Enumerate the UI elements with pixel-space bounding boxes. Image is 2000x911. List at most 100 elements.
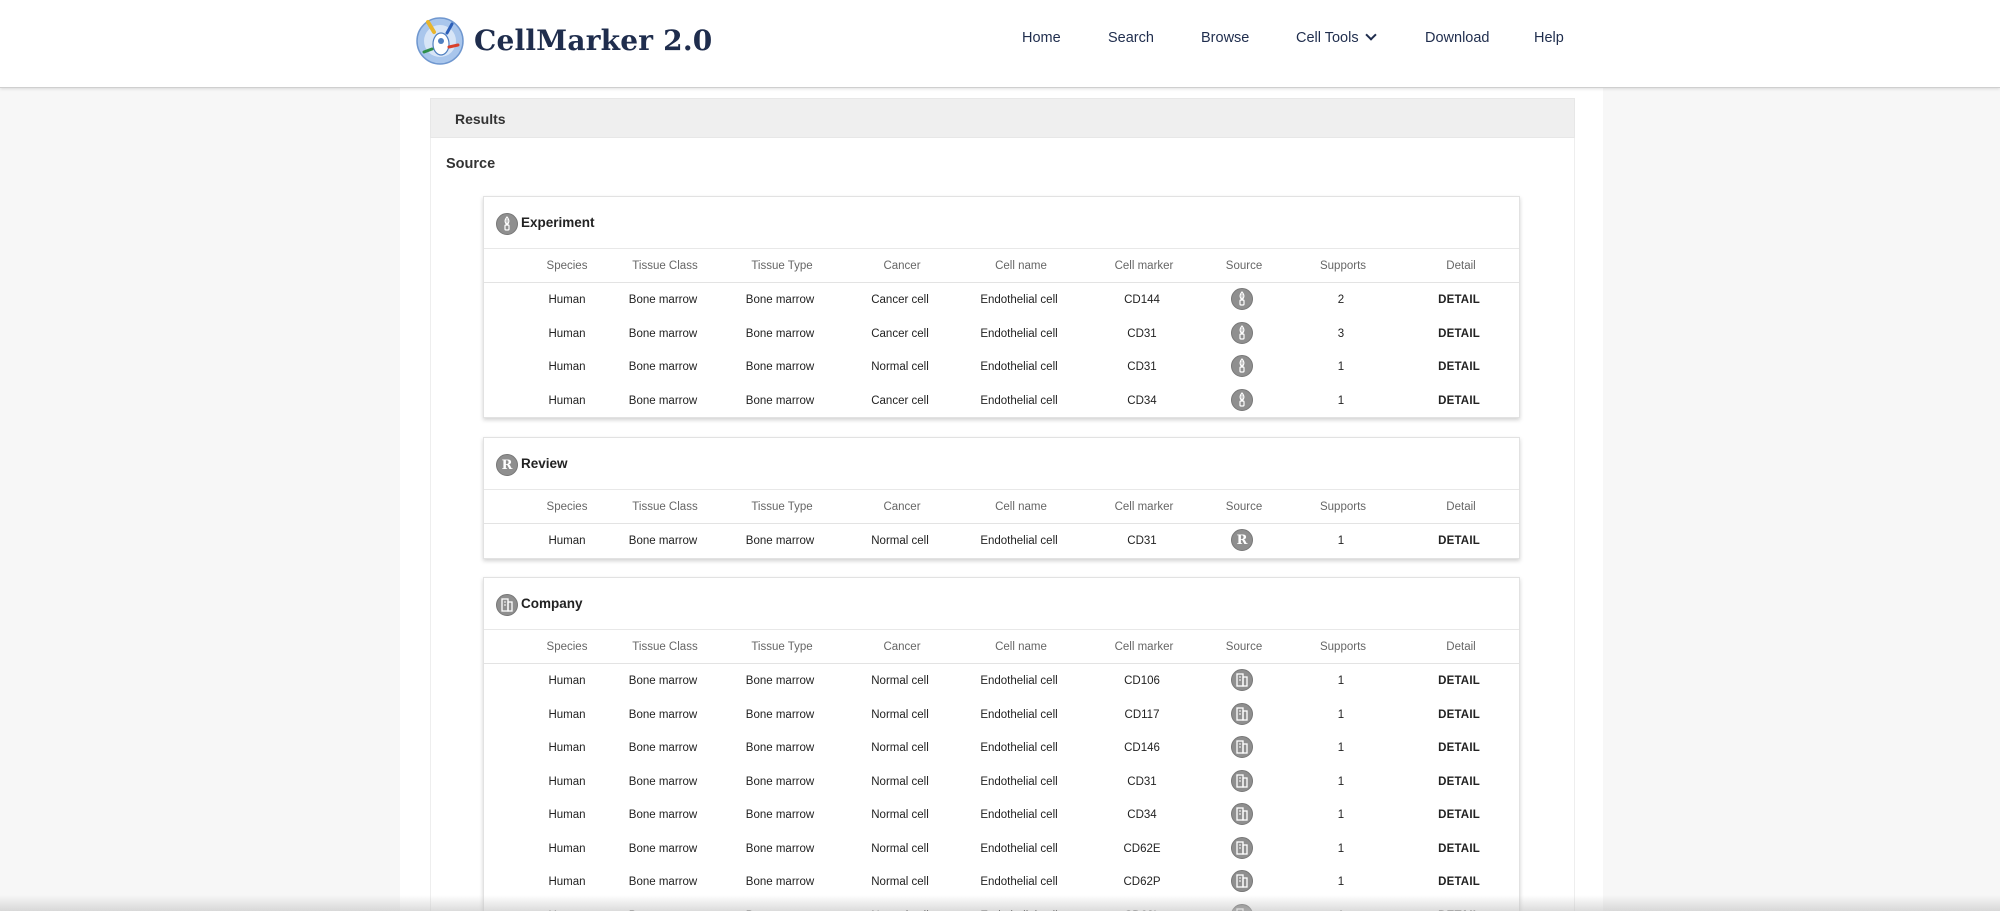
column-header-source[interactable]: Source [1226,501,1262,513]
cell-tissue-class: Bone marrow [628,327,698,340]
source-card-title: Review [521,456,568,471]
cell-species: Human [548,775,586,788]
nav-download[interactable]: Download [1425,30,1490,46]
nav-home[interactable]: Home [1022,30,1061,46]
experiment-icon [1231,321,1253,344]
column-header-tissue-type[interactable]: Tissue Type [751,260,812,272]
cell-tissue-class: Bone marrow [628,876,698,888]
column-header-tissue-type[interactable]: Tissue Type [751,501,812,513]
cell-supports: 3 [1337,327,1345,340]
cell-species: Human [548,294,586,306]
cell-tissue-class: Bone marrow [628,294,698,306]
company-icon [1231,836,1253,859]
column-header-cancer[interactable]: Cancer [883,260,920,272]
cell-tissue-class: Bone marrow [628,809,698,821]
cell-tissue-type: Bone marrow [745,394,815,407]
column-header-cell-marker[interactable]: Cell marker [1115,260,1174,272]
detail-link[interactable]: DETAIL [1438,809,1480,821]
cell-supports: 1 [1337,361,1345,373]
column-header-cell-marker[interactable]: Cell marker [1115,501,1174,513]
cell-source: R [1231,529,1253,551]
table-row: Human Bone marrow Bone marrow Normal cell En… [484,698,1519,732]
column-header-cancer[interactable]: Cancer [883,641,920,653]
column-header-cell-name[interactable]: Cell name [995,641,1047,653]
cell-cell-name: Endothelial cell [980,327,1058,340]
detail-link[interactable]: DETAIL [1438,742,1480,754]
cell-cell-marker: CD31 [1127,535,1157,547]
company-icon [1231,870,1253,892]
table-row: Human Bone marrow Bone marrow Normal cell En… [484,832,1519,866]
main-content: Results Source Experiment Species Tissue C… [400,88,1603,911]
column-header-tissue-class[interactable]: Tissue Class [632,641,697,653]
detail-link[interactable]: DETAIL [1438,876,1480,888]
cell-species: Human [548,675,586,687]
detail-link[interactable]: DETAIL [1438,361,1480,373]
cell-cell-marker: CD117 [1124,708,1160,721]
detail-link[interactable]: DETAIL [1438,535,1480,547]
cell-cell-name: Endothelial cell [980,394,1058,407]
column-header-source[interactable]: Source [1226,641,1262,653]
cell-tissue-class: Bone marrow [628,775,698,788]
experiment-icon [1231,288,1253,310]
cell-tissue-type: Bone marrow [745,876,815,888]
column-header-species[interactable]: Species [547,501,588,513]
top-navbar: CellMarker 2.0 Home Search Browse Cell T… [0,0,2000,88]
column-header-cell-name[interactable]: Cell name [995,260,1047,272]
cell-supports: 1 [1337,675,1345,687]
cell-source [1231,803,1253,825]
review-icon-letter: R [501,457,513,473]
cell-species: Human [548,809,586,821]
nav-help[interactable]: Help [1534,30,1564,46]
cell-tissue-type: Bone marrow [745,842,815,855]
detail-link[interactable]: DETAIL [1438,675,1480,687]
detail-link[interactable]: DETAIL [1438,843,1480,855]
cell-cancer: Normal cell [871,361,929,373]
cell-cell-marker: CD144 [1124,294,1160,306]
cell-cancer: Normal cell [871,535,929,547]
cell-cancer: Cancer cell [871,294,929,306]
column-header-tissue-class[interactable]: Tissue Class [632,260,697,272]
column-header-cancer[interactable]: Cancer [883,501,920,513]
column-header-detail[interactable]: Detail [1446,641,1475,653]
review-icon: R [1231,529,1253,551]
cell-source [1231,870,1253,892]
cell-supports: 1 [1337,876,1345,888]
detail-link[interactable]: DETAIL [1438,328,1480,340]
column-header-species[interactable]: Species [547,641,588,653]
cell-species: Human [548,535,586,547]
cell-tissue-class: Bone marrow [628,535,698,547]
column-header-tissue-class[interactable]: Tissue Class [632,501,697,513]
source-card-header: Experiment [484,197,1519,249]
column-header-detail[interactable]: Detail [1446,260,1475,272]
nav-search[interactable]: Search [1108,30,1154,46]
column-header-source[interactable]: Source [1226,260,1262,272]
cell-cell-marker: CD106 [1124,675,1160,687]
cell-cell-name: Endothelial cell [980,535,1058,547]
source-card-title: Company [521,596,583,611]
cell-tissue-type: Bone marrow [745,327,815,340]
column-header-cell-marker[interactable]: Cell marker [1115,641,1174,653]
column-header-cell-name[interactable]: Cell name [995,501,1047,513]
table-row: Human Bone marrow Bone marrow Cancer cell En… [484,317,1519,351]
cell-species: Human [548,708,586,721]
column-header-supports[interactable]: Supports [1320,260,1366,272]
column-header-tissue-type[interactable]: Tissue Type [751,641,812,653]
detail-link[interactable]: DETAIL [1438,776,1480,788]
cell-source [1231,288,1253,310]
column-header-supports[interactable]: Supports [1320,641,1366,653]
column-header-supports[interactable]: Supports [1320,501,1366,513]
detail-link[interactable]: DETAIL [1438,395,1480,407]
cell-source [1231,388,1253,411]
nav-browse[interactable]: Browse [1201,30,1249,46]
company-icon [1231,669,1253,691]
cell-supports: 1 [1337,842,1345,855]
table-header: Species Tissue Class Tissue Type Cancer Cell… [484,490,1519,524]
nav-cell-tools[interactable]: Cell Tools [1296,29,1377,46]
source-heading: Source [446,156,496,172]
column-header-species[interactable]: Species [547,260,588,272]
cell-cancer: Normal cell [871,708,929,721]
cell-supports: 1 [1337,809,1345,821]
column-header-detail[interactable]: Detail [1446,501,1475,513]
detail-link[interactable]: DETAIL [1438,709,1480,721]
detail-link[interactable]: DETAIL [1438,294,1480,306]
